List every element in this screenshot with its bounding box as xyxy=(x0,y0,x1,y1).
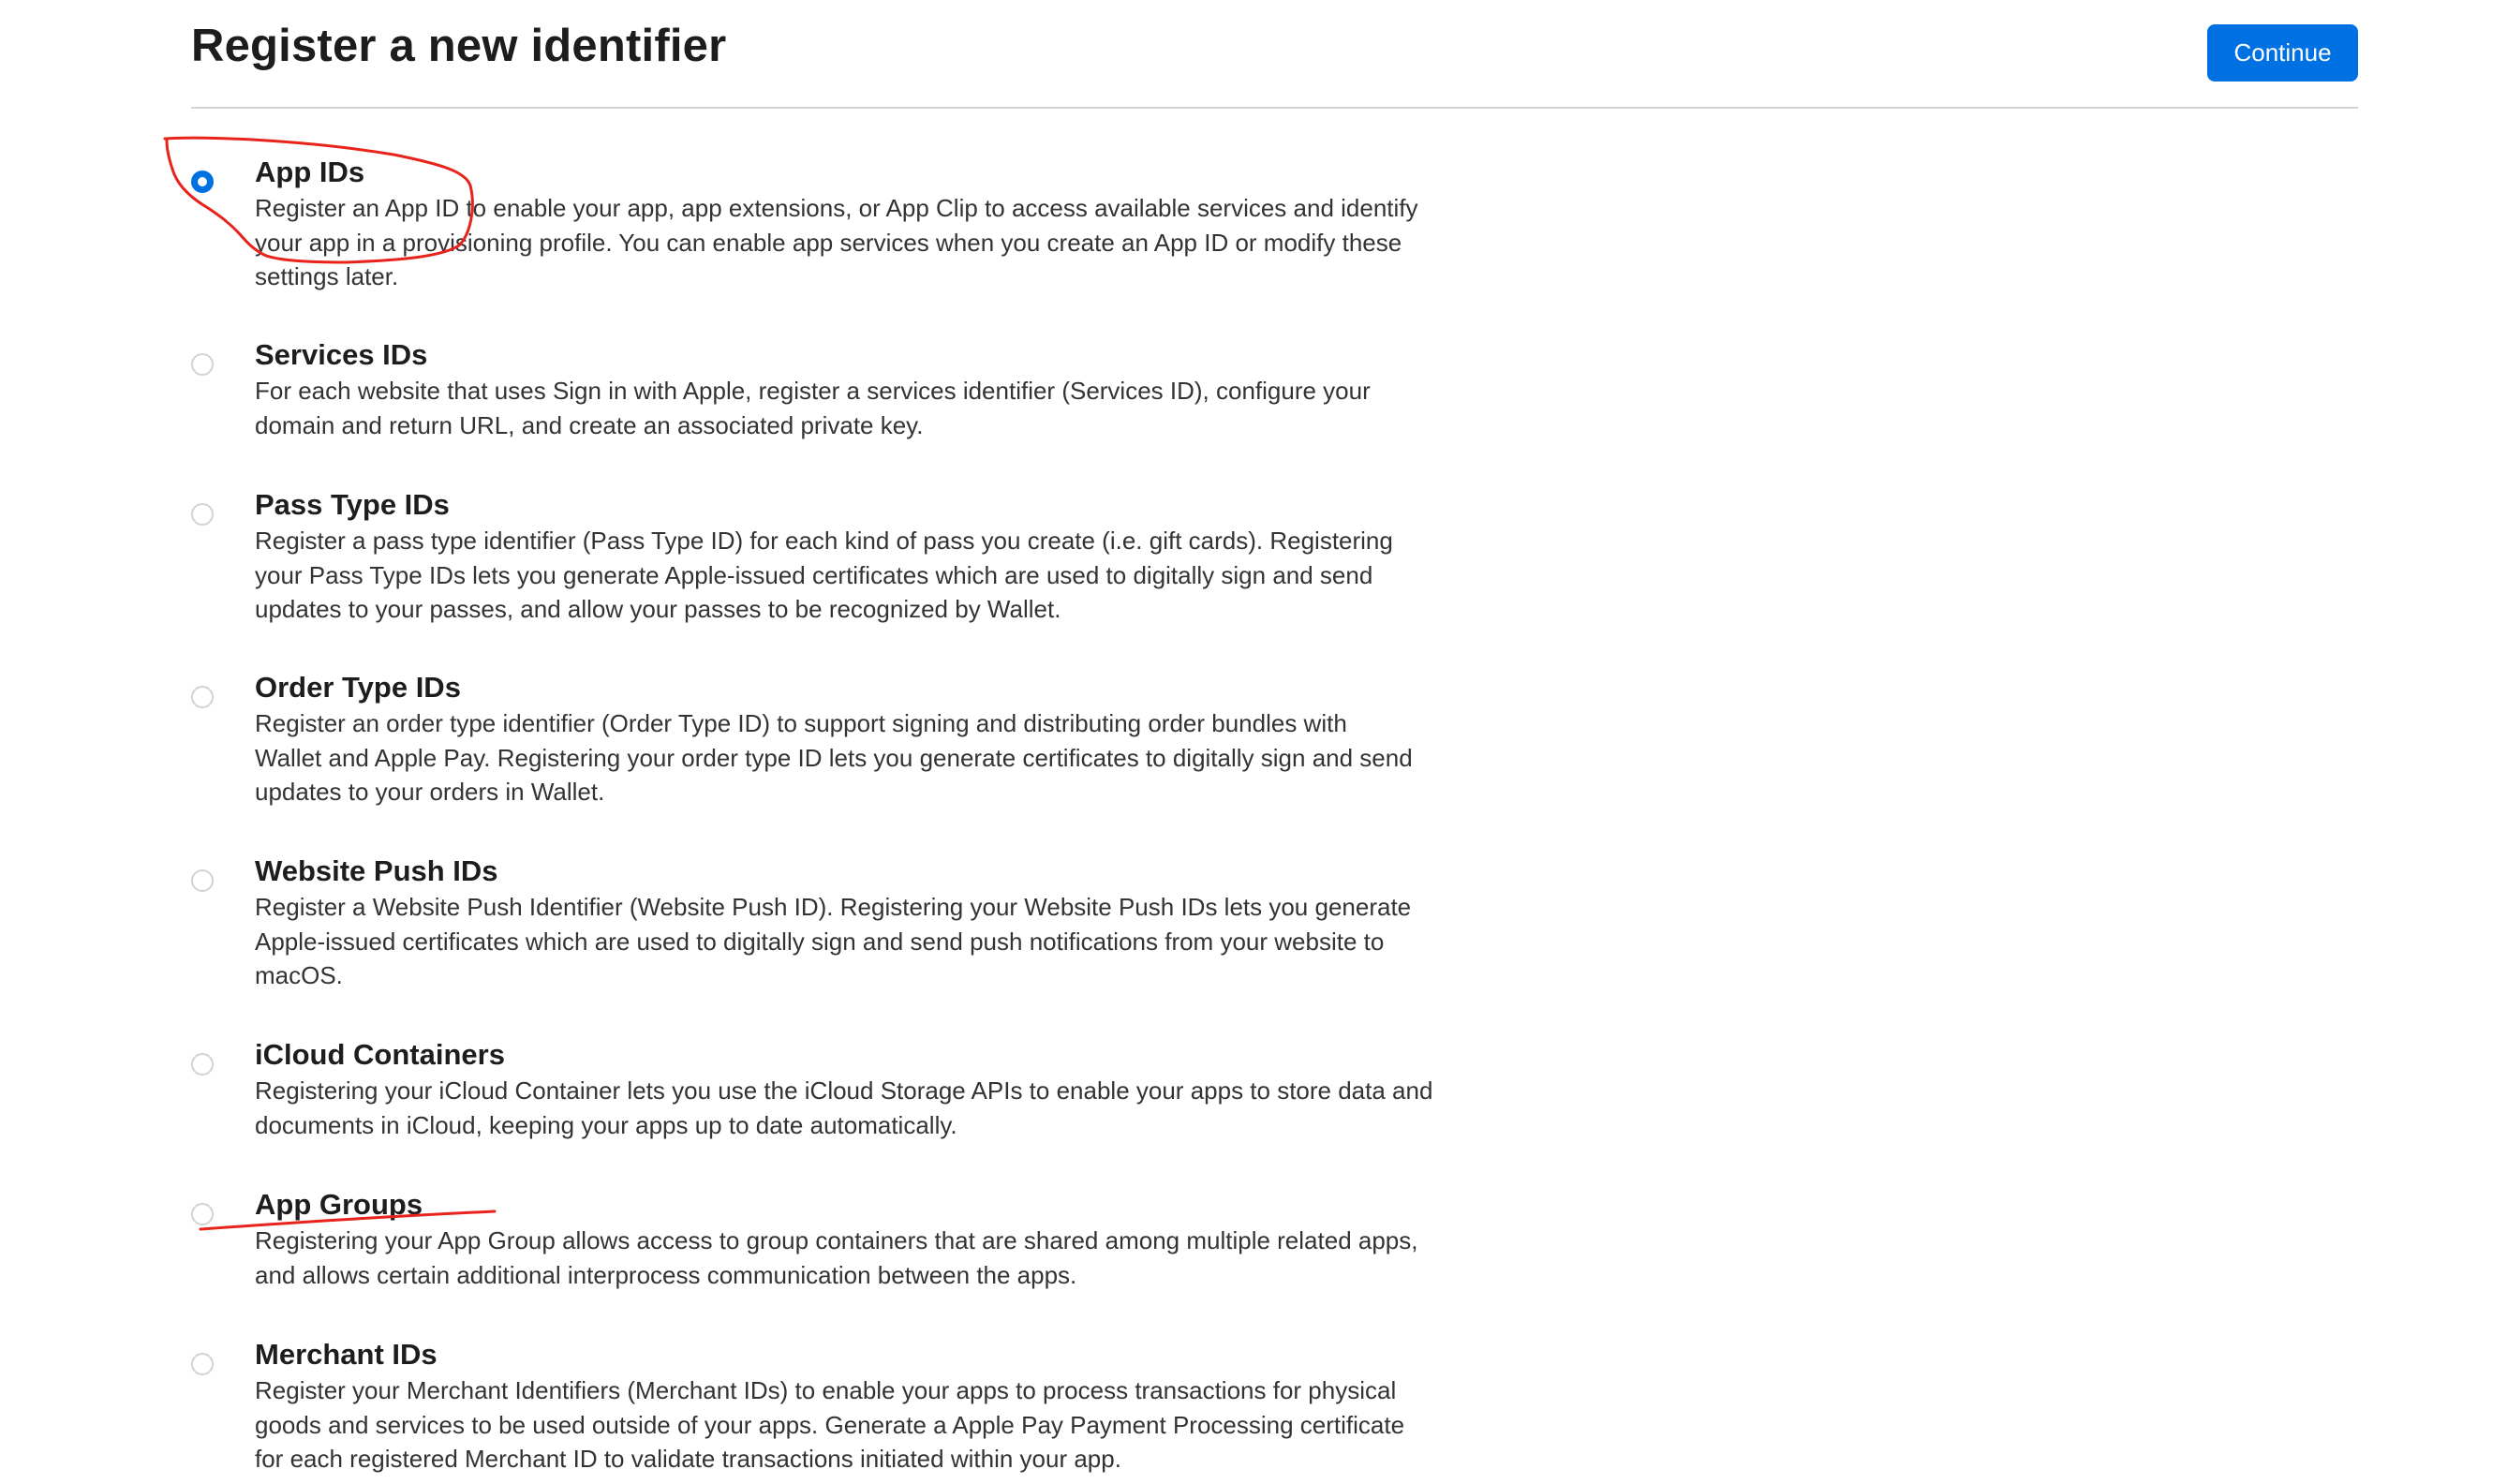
radio-merchant-ids[interactable] xyxy=(191,1353,214,1375)
option-description: Register an order type identifier (Order… xyxy=(255,709,1413,806)
option-title[interactable]: Services IDs xyxy=(255,337,427,373)
option-title[interactable]: Website Push IDs xyxy=(255,853,498,889)
option-description: Register a pass type identifier (Pass Ty… xyxy=(255,527,1393,623)
register-identifier-page: Register a new identifier Continue App I… xyxy=(0,0,2507,1484)
option-description: For each website that uses Sign in with … xyxy=(255,377,1371,439)
option-description: Registering your App Group allows access… xyxy=(255,1226,1418,1289)
option-title[interactable]: Order Type IDs xyxy=(255,670,461,705)
option-title[interactable]: App Groups xyxy=(255,1187,423,1223)
option-title[interactable]: iCloud Containers xyxy=(255,1037,505,1073)
radio-app-ids[interactable] xyxy=(191,171,214,193)
option-title[interactable]: App IDs xyxy=(255,155,364,190)
radio-order-type-ids[interactable] xyxy=(191,686,214,708)
page-title: Register a new identifier xyxy=(191,21,727,71)
radio-website-push-ids[interactable] xyxy=(191,869,214,892)
option-description: Register an App ID to enable your app, a… xyxy=(255,194,1418,290)
option-title[interactable]: Merchant IDs xyxy=(255,1337,438,1373)
radio-app-groups[interactable] xyxy=(191,1203,214,1225)
option-description: Register your Merchant Identifiers (Merc… xyxy=(255,1376,1405,1473)
header-divider xyxy=(191,107,2358,109)
continue-button[interactable]: Continue xyxy=(2207,24,2358,82)
radio-icloud-containers[interactable] xyxy=(191,1053,214,1076)
option-description: Register a Website Push Identifier (Webs… xyxy=(255,893,1412,989)
option-title[interactable]: Pass Type IDs xyxy=(255,487,450,523)
radio-services-ids[interactable] xyxy=(191,353,214,376)
radio-pass-type-ids[interactable] xyxy=(191,503,214,526)
option-description: Registering your iCloud Container lets y… xyxy=(255,1076,1433,1139)
